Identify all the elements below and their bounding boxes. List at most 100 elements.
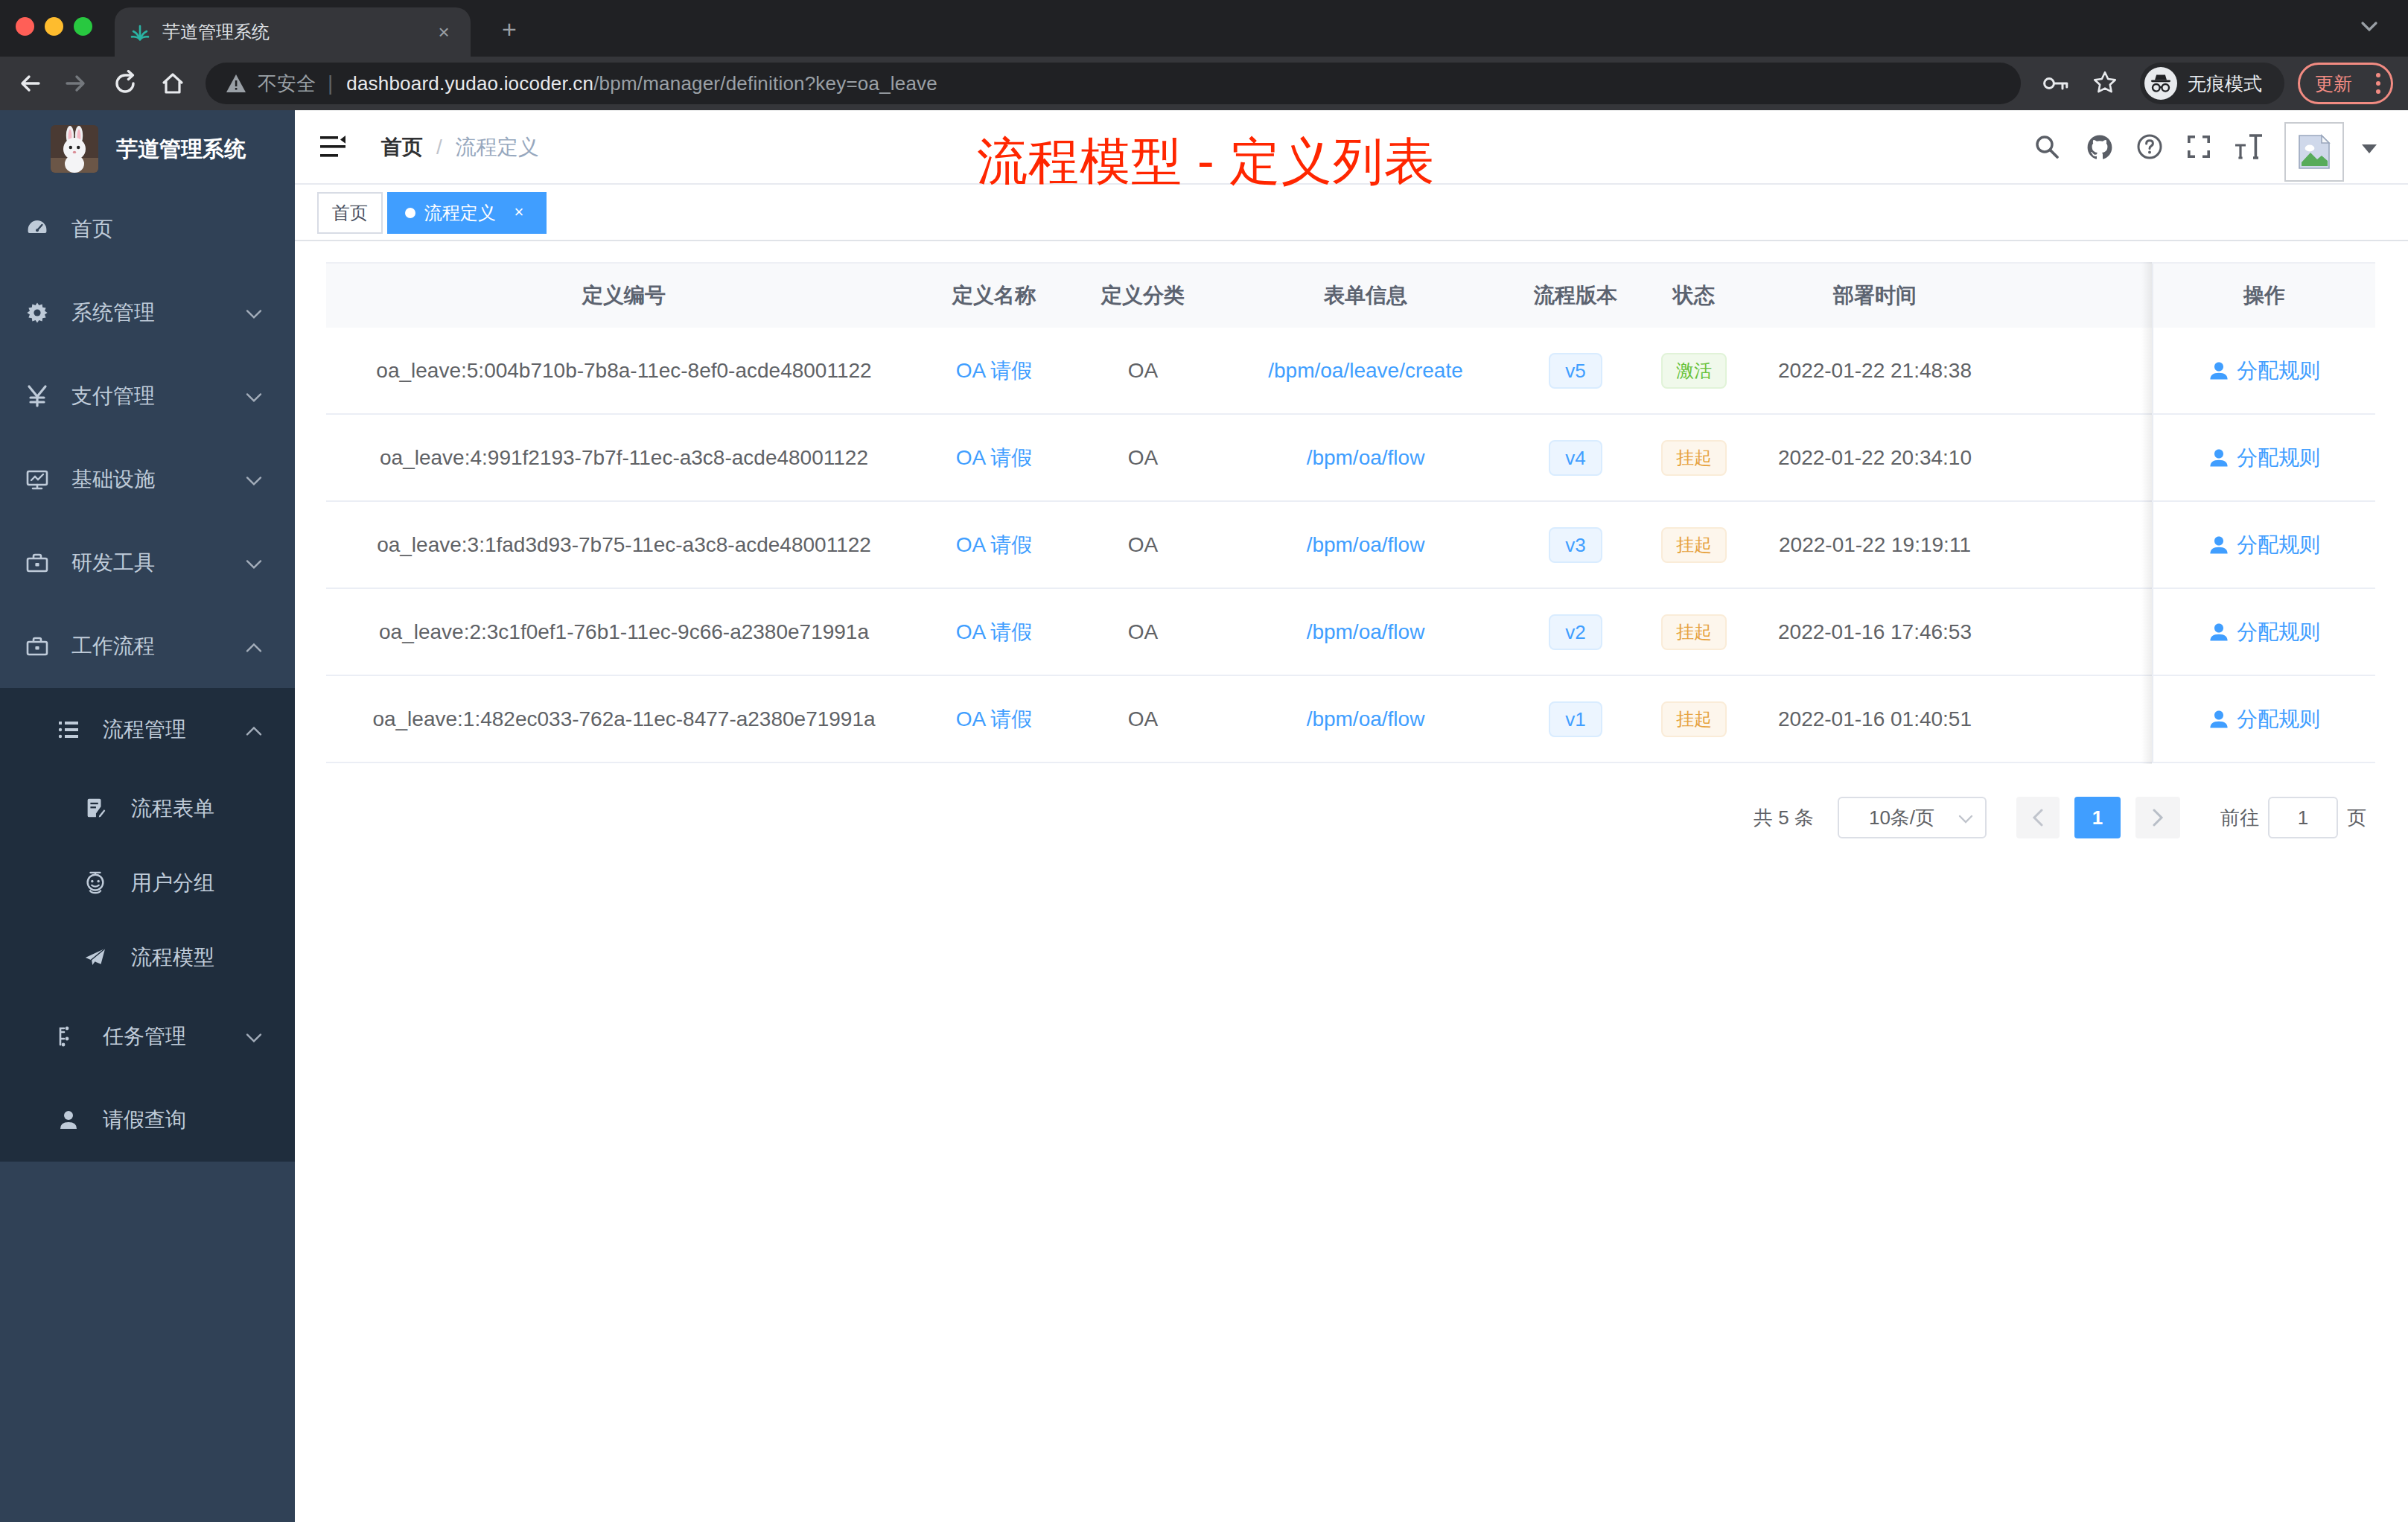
- assign-rule-button[interactable]: 分配规则: [2208, 357, 2320, 385]
- tag-home[interactable]: 首页: [317, 192, 383, 234]
- sidebar-item-workflow[interactable]: 工作流程: [0, 605, 295, 688]
- cell-definition-name: OA 请假: [922, 502, 1066, 588]
- form-link[interactable]: /bpm/oa/flow: [1307, 707, 1425, 731]
- col-header-id: 定义编号: [326, 264, 922, 328]
- chevron-down-icon: [246, 301, 262, 325]
- sidebar-item-label: 研发工具: [71, 549, 155, 577]
- reload-icon[interactable]: [112, 70, 138, 97]
- breadcrumb-home[interactable]: 首页: [381, 133, 423, 162]
- cell-version: v4: [1512, 415, 1640, 500]
- new-tab-button[interactable]: +: [491, 15, 527, 44]
- next-page-button[interactable]: [2135, 797, 2180, 838]
- table-header: 定义编号 定义名称 定义分类 表单信息 流程版本 状态 部署时间 操作: [326, 262, 2375, 328]
- assign-rule-label: 分配规则: [2237, 531, 2320, 559]
- sidebar-item-infra[interactable]: 基础设施: [0, 438, 295, 521]
- assign-rule-button[interactable]: 分配规则: [2208, 618, 2320, 646]
- definition-name-link[interactable]: OA 请假: [956, 618, 1033, 646]
- cell-status: 挂起: [1640, 676, 1748, 762]
- cell-actions: 分配规则: [2152, 328, 2375, 413]
- url-domain[interactable]: dashboard.yudao.iocoder.cn: [346, 72, 593, 95]
- definition-name-link[interactable]: OA 请假: [956, 357, 1033, 385]
- font-size-icon[interactable]: [2234, 134, 2264, 159]
- sidebar-item-label: 请假查询: [103, 1106, 186, 1134]
- definition-name-link[interactable]: OA 请假: [956, 444, 1033, 472]
- avatar-dropdown-caret[interactable]: [2362, 144, 2377, 153]
- content-area: 定义编号 定义名称 定义分类 表单信息 流程版本 状态 部署时间 操作 oa_l…: [295, 241, 2408, 1522]
- assign-rule-button[interactable]: 分配规则: [2208, 444, 2320, 472]
- not-secure-label[interactable]: 不安全: [258, 71, 316, 97]
- tag-close-icon[interactable]: ×: [509, 203, 529, 223]
- sidebar-item-label: 支付管理: [71, 382, 155, 410]
- github-icon[interactable]: [2086, 134, 2113, 161]
- form-link[interactable]: /bpm/oa/flow: [1307, 533, 1425, 557]
- tag-process-definition[interactable]: 流程定义 ×: [387, 192, 547, 234]
- tab-close-icon[interactable]: ×: [432, 21, 456, 44]
- bookmark-star-icon[interactable]: [2092, 70, 2118, 95]
- sidebar-item-task-management[interactable]: 任务管理: [0, 995, 295, 1078]
- goto-page-input[interactable]: 1: [2268, 797, 2338, 838]
- cell-deploy-time: 2022-01-22 20:34:10: [1748, 415, 2001, 500]
- form-link[interactable]: /bpm/oa/leave/create: [1268, 359, 1463, 383]
- back-icon[interactable]: [16, 70, 43, 97]
- select-chevron-icon: [1958, 815, 1973, 824]
- cell-actions: 分配规则: [2152, 589, 2375, 675]
- assign-rule-button[interactable]: 分配规则: [2208, 705, 2320, 733]
- forward-icon[interactable]: [63, 70, 89, 97]
- chevron-down-icon: [246, 468, 262, 491]
- status-badge: 激活: [1661, 353, 1727, 389]
- home-icon[interactable]: [159, 70, 186, 97]
- cell-actions: 分配规则: [2152, 676, 2375, 762]
- tab-search-chevron-icon[interactable]: [2360, 21, 2378, 33]
- version-tag: v3: [1549, 527, 1602, 563]
- browser-tab[interactable]: 芋道管理系统 ×: [115, 7, 471, 57]
- definition-name-link[interactable]: OA 请假: [956, 531, 1033, 559]
- sidebar-item-leave-query[interactable]: 请假查询: [0, 1078, 295, 1162]
- col-header-category: 定义分类: [1066, 264, 1220, 328]
- sidebar-item-user-group[interactable]: 用户分组: [0, 846, 295, 920]
- assign-rule-button[interactable]: 分配规则: [2208, 531, 2320, 559]
- sidebar-item-process-management[interactable]: 流程管理: [0, 688, 295, 771]
- browser-menu-icon[interactable]: [2376, 73, 2380, 94]
- form-link[interactable]: /bpm/oa/flow: [1307, 620, 1425, 644]
- current-page-button[interactable]: 1: [2074, 797, 2121, 838]
- cell-definition-id: oa_leave:5:004b710b-7b8a-11ec-8ef0-acde4…: [326, 328, 922, 413]
- cell-actions: 分配规则: [2152, 415, 2375, 500]
- sidebar-item-system[interactable]: 系统管理: [0, 271, 295, 354]
- sidebar-item-devtools[interactable]: 研发工具: [0, 521, 295, 605]
- assign-user-icon: [2208, 360, 2229, 381]
- sidebar-logo[interactable]: 芋道管理系统: [0, 110, 295, 188]
- address-bar[interactable]: 不安全 | dashboard.yudao.iocoder.cn/bpm/man…: [206, 63, 2021, 104]
- sidebar-item-process-model[interactable]: 流程模型: [0, 920, 295, 995]
- form-link[interactable]: /bpm/oa/flow: [1307, 446, 1425, 470]
- cell-category: OA: [1066, 328, 1220, 413]
- dashboard-icon: [25, 217, 49, 241]
- incognito-badge[interactable]: 无痕模式: [2140, 63, 2284, 104]
- version-tag: v4: [1549, 440, 1602, 476]
- cell-definition-name: OA 请假: [922, 415, 1066, 500]
- col-header-form: 表单信息: [1220, 264, 1512, 328]
- window-minimize-button[interactable]: [45, 17, 63, 36]
- not-secure-warning-icon[interactable]: [225, 73, 247, 94]
- search-icon[interactable]: [2034, 134, 2060, 159]
- definition-name-link[interactable]: OA 请假: [956, 705, 1033, 733]
- table-body: oa_leave:5:004b710b-7b8a-11ec-8ef0-acde4…: [326, 328, 2375, 763]
- help-icon[interactable]: [2137, 134, 2162, 159]
- table-row: oa_leave:2:3c1f0ef1-76b1-11ec-9c66-a2380…: [326, 589, 2375, 676]
- pagination: 共 5 条 10条/页 1 前往 1: [1754, 797, 2366, 838]
- page-size-select[interactable]: 10条/页: [1838, 797, 1987, 838]
- sidebar-item-payment[interactable]: 支付管理: [0, 354, 295, 438]
- window-zoom-button[interactable]: [74, 17, 92, 36]
- definition-table: 定义编号 定义名称 定义分类 表单信息 流程版本 状态 部署时间 操作 oa_l…: [326, 262, 2375, 763]
- sidebar-item-label: 系统管理: [71, 299, 155, 327]
- prev-page-button[interactable]: [2016, 797, 2060, 838]
- sidebar-item-process-form[interactable]: 流程表单: [0, 771, 295, 846]
- password-key-icon[interactable]: [2042, 73, 2070, 94]
- fullscreen-icon[interactable]: [2186, 134, 2211, 159]
- sidebar-item-home[interactable]: 首页: [0, 188, 295, 271]
- chrome-update-button[interactable]: 更新: [2298, 63, 2393, 104]
- user-avatar[interactable]: [2284, 122, 2344, 182]
- form-edit-icon: [83, 797, 107, 821]
- url-path[interactable]: /bpm/manager/definition?key=oa_leave: [593, 72, 937, 95]
- window-close-button[interactable]: [16, 17, 34, 36]
- sidebar-collapse-icon[interactable]: [320, 136, 345, 158]
